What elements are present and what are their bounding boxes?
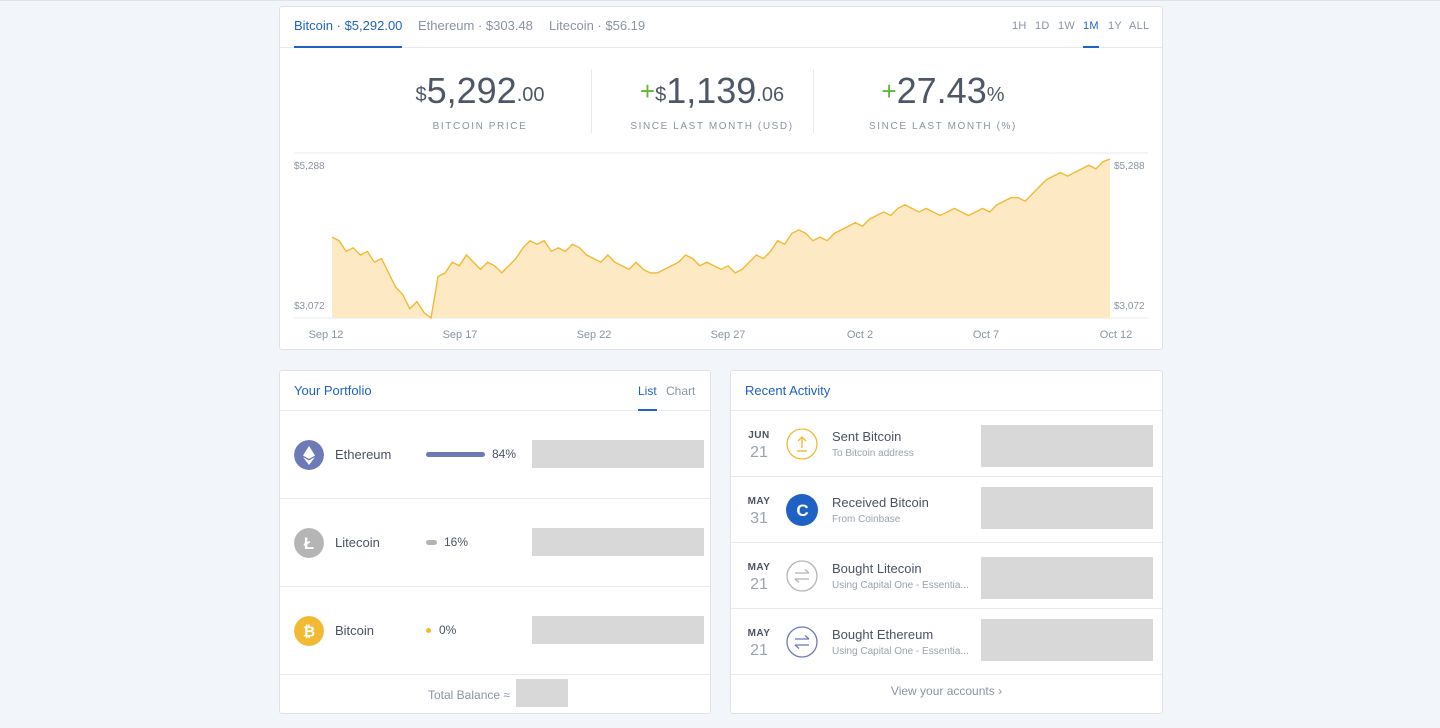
allocation-percent: 16% (444, 535, 469, 549)
total-balance-label: Total Balance ≈ (428, 688, 510, 702)
stat-bitcoin-price: $5,292.00 BITCOIN PRICE (380, 69, 580, 132)
amount-placeholder (981, 487, 1153, 529)
coin-name: Litecoin (335, 535, 380, 550)
stat-divider (591, 69, 592, 133)
stat-divider (813, 69, 814, 133)
y-label-high-right: $5,288 (1114, 161, 1145, 172)
change-pct-label: SINCE LAST MONTH (%) (869, 121, 1017, 132)
activity-month: JUN (748, 430, 770, 441)
activity-title-text: Received Bitcoin (832, 495, 929, 510)
x-tick-label: Oct 2 (847, 329, 873, 341)
range-tab-1h[interactable]: 1H (1012, 20, 1027, 48)
tab-litecoin[interactable]: Litecoin · $56.19 (549, 18, 645, 48)
activity-month: MAY (747, 562, 771, 573)
activity-title-text: Bought Litecoin (832, 561, 922, 576)
balance-placeholder (532, 616, 704, 644)
ethereum-icon (294, 440, 324, 470)
allocation-bar (426, 540, 437, 545)
view-accounts-link[interactable]: View your accounts › (731, 684, 1162, 698)
amount-placeholder (981, 425, 1153, 467)
price-label: BITCOIN PRICE (432, 121, 528, 132)
allocation-percent: 0% (439, 623, 457, 637)
activity-title-text: Sent Bitcoin (832, 429, 902, 444)
activity-row[interactable]: JUN 21 Sent Bitcoin To Bitcoin address (731, 411, 1162, 477)
x-tick-label: Sep 12 (309, 329, 344, 341)
activity-row[interactable]: MAY 21 Bought Litecoin Using Capital One… (731, 543, 1162, 609)
send-icon (786, 428, 818, 460)
activity-title: Recent Activity (745, 383, 831, 398)
balance-placeholder (532, 440, 704, 468)
activity-subtitle: Using Capital One - Essentia... (832, 646, 969, 657)
activity-day: 21 (750, 576, 768, 593)
total-balance-row: Total Balance ≈ (280, 675, 710, 713)
coin-name: Bitcoin (335, 623, 375, 638)
activity-subtitle: Using Capital One - Essentia... (832, 580, 969, 591)
activity-day: 21 (750, 444, 768, 461)
activity-subtitle: To Bitcoin address (832, 448, 914, 459)
tab-bitcoin[interactable]: Bitcoin · $5,292.00 (294, 18, 403, 48)
price-chart-card: Bitcoin · $5,292.00 Ethereum · $303.48 L… (279, 6, 1163, 350)
total-balance-placeholder (516, 679, 568, 707)
activity-row[interactable]: MAY 21 Bought Ethereum Using Capital One… (731, 609, 1162, 675)
price-area (332, 159, 1110, 318)
change-pct-value: +27.43% (881, 70, 1005, 111)
activity-month: MAY (747, 496, 771, 507)
top-border (0, 0, 1440, 1)
portfolio-card: Your Portfolio List Chart Ethereum 84% Ł… (279, 370, 711, 714)
svg-text:C: C (796, 501, 808, 520)
change-usd-label: SINCE LAST MONTH (USD) (630, 121, 794, 132)
activity-day: 21 (750, 642, 768, 659)
price-chart[interactable]: $5,288 $3,072 $5,288 $3,072 Sep 12 Sep 17… (280, 147, 1162, 347)
y-label-high-left: $5,288 (294, 161, 325, 172)
recent-activity-card: Recent Activity JUN 21 Sent Bitcoin To B… (730, 370, 1163, 714)
allocation-bar (426, 628, 431, 633)
portfolio-row-bitcoin[interactable]: ₿ Bitcoin 0% (280, 587, 710, 675)
range-tab-all[interactable]: ALL (1129, 20, 1149, 48)
exchange-icon (786, 626, 818, 658)
coinbase-icon: C (786, 494, 818, 526)
view-tab-list[interactable]: List (638, 384, 657, 411)
activity-day: 31 (750, 510, 768, 527)
amount-placeholder (981, 619, 1153, 661)
price-value: $5,292.00 (415, 70, 545, 111)
stat-change-pct: +27.43% SINCE LAST MONTH (%) (833, 69, 1053, 132)
allocation-percent: 84% (492, 447, 517, 461)
litecoin-icon: Ł (294, 528, 324, 558)
range-tab-1y[interactable]: 1Y (1108, 20, 1122, 48)
x-tick-label: Sep 27 (711, 329, 746, 341)
y-label-low-right: $3,072 (1114, 301, 1145, 312)
range-tab-1m[interactable]: 1M (1083, 20, 1099, 48)
x-tick-label: Oct 12 (1100, 329, 1132, 341)
activity-header: Recent Activity (731, 371, 1162, 411)
portfolio-row-ethereum[interactable]: Ethereum 84% (280, 411, 710, 499)
portfolio-row-litecoin[interactable]: Ł Litecoin 16% (280, 499, 710, 587)
portfolio-title: Your Portfolio (294, 383, 372, 398)
x-tick-label: Sep 17 (443, 329, 478, 341)
range-tab-1w[interactable]: 1W (1058, 20, 1075, 48)
range-tab-1d[interactable]: 1D (1035, 20, 1050, 48)
stat-change-usd: +$1,139.06 SINCE LAST MONTH (USD) (602, 69, 822, 132)
allocation-bar (426, 452, 485, 457)
asset-tabs-bar: Bitcoin · $5,292.00 Ethereum · $303.48 L… (280, 7, 1162, 48)
view-tab-chart[interactable]: Chart (666, 384, 695, 411)
tab-ethereum[interactable]: Ethereum · $303.48 (418, 18, 533, 48)
exchange-icon (786, 560, 818, 592)
change-usd-value: +$1,139.06 (639, 70, 785, 111)
x-tick-label: Sep 22 (577, 329, 612, 341)
activity-month: MAY (747, 628, 771, 639)
amount-placeholder (981, 557, 1153, 599)
activity-title-text: Bought Ethereum (832, 627, 934, 642)
portfolio-header: Your Portfolio List Chart (280, 371, 710, 411)
coin-name: Ethereum (335, 447, 392, 462)
svg-text:₿: ₿ (303, 624, 315, 641)
balance-placeholder (532, 528, 704, 556)
svg-text:Ł: Ł (304, 534, 314, 553)
activity-subtitle: From Coinbase (832, 514, 901, 525)
y-label-low-left: $3,072 (294, 301, 325, 312)
bitcoin-icon: ₿ (294, 616, 324, 646)
activity-row[interactable]: MAY 31 C Received Bitcoin From Coinbase (731, 477, 1162, 543)
x-tick-label: Oct 7 (973, 329, 999, 341)
